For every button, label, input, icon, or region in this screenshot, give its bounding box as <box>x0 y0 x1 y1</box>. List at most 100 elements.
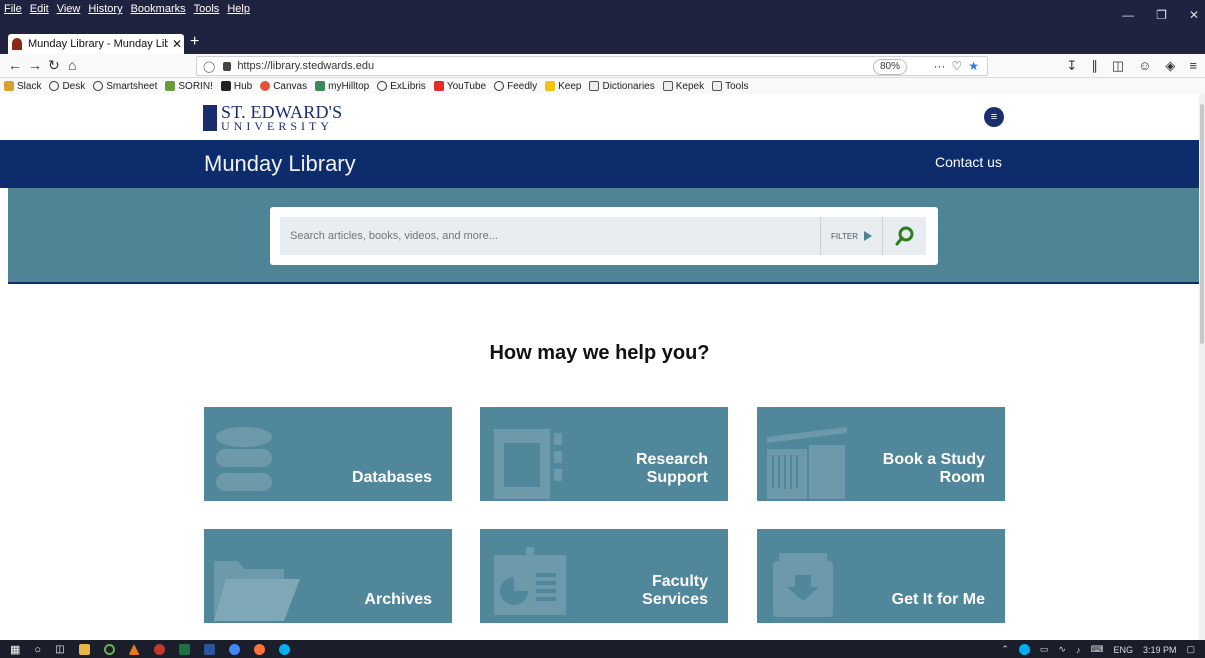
wifi-icon[interactable]: ∿ <box>1058 644 1066 655</box>
restore-icon[interactable]: ❐ <box>1156 8 1167 22</box>
account-icon[interactable]: ☺ <box>1138 58 1151 74</box>
menu-tools[interactable]: Tools <box>194 3 220 15</box>
keyboard-icon[interactable]: ⌨ <box>1090 644 1103 655</box>
browser-tab[interactable]: Munday Library - Munday Libra ✕ <box>8 34 184 54</box>
skype-tray-icon[interactable] <box>1018 644 1030 655</box>
notifications-icon[interactable]: ▢ <box>1186 644 1195 655</box>
web-page: ST. EDWARD'S UNIVERSITY ≡ Munday Library… <box>0 94 1205 640</box>
pocket-icon[interactable]: ♡ <box>951 59 962 73</box>
forward-icon[interactable]: → <box>28 57 42 73</box>
menu-file[interactable]: File <box>4 3 22 15</box>
clock[interactable]: 3:19 PM <box>1143 645 1177 655</box>
file-explorer-icon[interactable] <box>78 644 90 655</box>
page-scrollbar[interactable] <box>1199 94 1205 640</box>
canvas-icon <box>260 81 271 91</box>
back-icon[interactable]: ← <box>8 57 22 73</box>
tile-faculty-services[interactable]: Faculty Services <box>480 529 728 623</box>
downloads-icon[interactable]: ↧ <box>1066 58 1077 74</box>
tile-databases[interactable]: Databases <box>204 407 452 501</box>
minimize-icon[interactable]: — <box>1122 8 1134 22</box>
word-icon[interactable] <box>203 644 215 655</box>
excel-icon[interactable] <box>178 644 190 655</box>
new-tab-button[interactable]: + <box>190 33 199 51</box>
volume-icon[interactable]: ♪ <box>1076 645 1081 655</box>
close-window-icon[interactable]: ✕ <box>1189 8 1199 22</box>
bookmark-hub[interactable]: Hub <box>220 81 252 92</box>
library-title[interactable]: Munday Library <box>204 151 356 177</box>
bookmark-star-icon[interactable]: ★ <box>968 59 979 73</box>
navigation-toolbar: ← → ↻ ⌂ ◯ https://library.stedwards.edu … <box>0 54 1205 78</box>
tile-archives[interactable]: Archives <box>204 529 452 623</box>
home-icon[interactable]: ⌂ <box>68 57 76 73</box>
app-ring-icon[interactable] <box>103 644 115 655</box>
download-box-icon <box>773 553 833 617</box>
bookmark-myhilltop[interactable]: myHilltop <box>315 81 369 92</box>
app-red-icon[interactable] <box>153 644 165 655</box>
bookmark-youtube[interactable]: YouTube <box>433 81 486 92</box>
chevron-up-icon[interactable]: ⌃ <box>1001 644 1009 655</box>
firefox-icon[interactable] <box>253 644 265 655</box>
bookmark-feedly[interactable]: Feedly <box>494 81 537 92</box>
tile-label: Databases <box>351 469 432 486</box>
scrollbar-thumb[interactable] <box>1200 104 1204 344</box>
search-input[interactable] <box>280 217 820 255</box>
tile-research-support[interactable]: Research Support <box>480 407 728 501</box>
task-view-icon[interactable]: ◫ <box>55 644 64 655</box>
taskbar-apps: ▦ ○ ◫ <box>10 643 290 656</box>
battery-icon[interactable]: ▭ <box>1040 644 1049 655</box>
extension-icon[interactable]: ◈ <box>1165 58 1175 74</box>
bookmark-sorin[interactable]: SORIN! <box>165 81 213 92</box>
contact-link[interactable]: Contact us <box>935 154 1002 170</box>
globe-icon <box>49 81 60 91</box>
tower-logo-icon <box>203 105 217 131</box>
reload-icon[interactable]: ↻ <box>48 57 60 74</box>
menu-history[interactable]: History <box>88 3 122 15</box>
language-indicator[interactable]: ENG <box>1113 645 1133 655</box>
university-logo[interactable]: ST. EDWARD'S UNIVERSITY <box>203 103 342 132</box>
tab-close-icon[interactable]: ✕ <box>172 37 182 51</box>
address-bar[interactable]: ◯ https://library.stedwards.edu 80% ··· … <box>196 56 988 76</box>
system-tray: ⌃ ▭ ∿ ♪ ⌨ ENG 3:19 PM ▢ <box>1001 644 1195 655</box>
skype-icon[interactable] <box>278 644 290 655</box>
bookmark-tools[interactable]: Tools <box>712 81 748 92</box>
windows-start-icon[interactable]: ▦ <box>10 643 20 656</box>
library-icon[interactable]: ∥ <box>1091 58 1098 74</box>
globe-icon <box>494 81 505 91</box>
shield-icon[interactable]: ◯ <box>203 60 215 73</box>
bookmark-kepek[interactable]: Kepek <box>662 81 704 92</box>
bookmark-keep[interactable]: Keep <box>545 81 581 92</box>
filter-button[interactable]: FILTER <box>820 217 882 255</box>
menu-bookmarks[interactable]: Bookmarks <box>131 3 186 15</box>
lock-icon[interactable] <box>223 61 232 71</box>
university-header: ST. EDWARD'S UNIVERSITY ≡ <box>0 94 1199 140</box>
hub-icon <box>220 81 231 91</box>
bookmark-smartsheet[interactable]: Smartsheet <box>93 81 157 92</box>
vlc-icon[interactable] <box>128 644 140 655</box>
url-text: https://library.stedwards.edu <box>237 60 375 72</box>
hamburger-menu-icon[interactable]: ≡ <box>1189 58 1197 74</box>
bookmark-dictionaries[interactable]: Dictionaries <box>589 81 655 92</box>
help-heading: How may we help you? <box>489 342 710 364</box>
url-actions: ··· ♡ ★ <box>933 59 979 73</box>
bookmark-canvas[interactable]: Canvas <box>260 81 307 92</box>
search-circle-icon[interactable]: ○ <box>34 644 41 656</box>
bookmark-exlibris[interactable]: ExLibris <box>377 81 426 92</box>
bookmark-desk[interactable]: Desk <box>49 81 85 92</box>
library-bar: Munday Library Contact us <box>0 140 1199 188</box>
folder-icon <box>712 81 723 91</box>
menu-view[interactable]: View <box>57 3 81 15</box>
page-actions-icon[interactable]: ··· <box>933 59 945 73</box>
tile-label: Book a Study Room <box>882 451 985 486</box>
zoom-indicator[interactable]: 80% <box>872 59 907 75</box>
menu-edit[interactable]: Edit <box>30 3 49 15</box>
site-menu-button[interactable]: ≡ <box>984 107 1004 127</box>
menu-help[interactable]: Help <box>227 3 250 15</box>
tile-book-study-room[interactable]: Book a Study Room <box>757 407 1005 501</box>
tile-get-it-for-me[interactable]: Get It for Me <box>757 529 1005 623</box>
turtle-icon <box>165 81 176 91</box>
sidebar-icon[interactable]: ◫ <box>1112 58 1124 74</box>
search-button[interactable] <box>882 217 926 255</box>
hamburger-icon: ≡ <box>990 111 998 123</box>
bookmark-slack[interactable]: Slack <box>4 81 41 92</box>
chrome-icon[interactable] <box>228 644 240 655</box>
